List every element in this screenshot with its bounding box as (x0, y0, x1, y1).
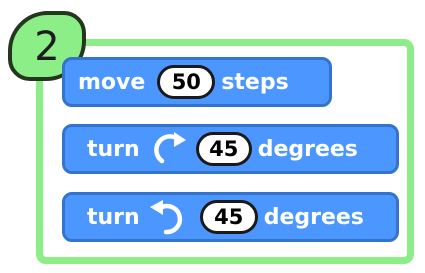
block-label-turn: turn (87, 136, 140, 162)
degrees-value-input[interactable]: 45 (199, 200, 258, 234)
block-label-turn: turn (87, 204, 140, 230)
block-label-degrees: degrees (263, 204, 364, 230)
turn-right-block[interactable]: turn 45 degrees (62, 124, 399, 174)
lesson-card: 2 move 50 steps turn 45 degrees turn 45 … (0, 0, 425, 273)
block-label-degrees: degrees (257, 136, 358, 162)
step-number: 2 (34, 24, 60, 70)
rotate-counterclockwise-icon (144, 198, 188, 236)
block-label-steps: steps (221, 69, 289, 95)
rotate-clockwise-icon (153, 131, 192, 167)
degrees-value-input[interactable]: 45 (195, 132, 252, 166)
block-label-move: move (78, 69, 146, 95)
move-steps-block[interactable]: move 50 steps (62, 57, 332, 107)
steps-value-input[interactable]: 50 (157, 65, 216, 99)
turn-left-block[interactable]: turn 45 degrees (62, 192, 399, 242)
